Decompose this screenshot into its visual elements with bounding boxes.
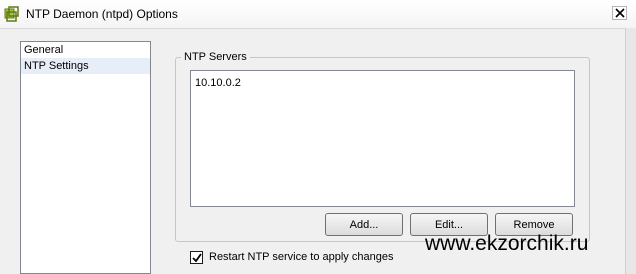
title-bar: NTP Daemon (ntpd) Options <box>0 0 636 29</box>
ntp-server-list[interactable]: 10.10.0.2 <box>190 70 575 207</box>
app-icon <box>4 6 20 22</box>
restart-ntp-checkbox[interactable] <box>190 251 203 264</box>
add-button[interactable]: Add... <box>325 213 403 236</box>
settings-nav-list[interactable]: General NTP Settings <box>20 41 151 274</box>
server-list-item[interactable]: 10.10.0.2 <box>191 75 574 91</box>
ntp-servers-group-label: NTP Servers <box>181 51 250 64</box>
nav-item-general[interactable]: General <box>21 42 150 58</box>
nav-item-ntp-settings[interactable]: NTP Settings <box>21 58 150 74</box>
checkmark-icon <box>192 253 202 263</box>
close-icon <box>615 8 625 18</box>
window-title: NTP Daemon (ntpd) Options <box>26 7 178 21</box>
watermark: www.ekzorchik.ru <box>425 232 589 255</box>
restart-ntp-label: Restart NTP service to apply changes <box>209 251 394 263</box>
window-edge <box>625 28 636 274</box>
close-button[interactable] <box>612 6 627 20</box>
